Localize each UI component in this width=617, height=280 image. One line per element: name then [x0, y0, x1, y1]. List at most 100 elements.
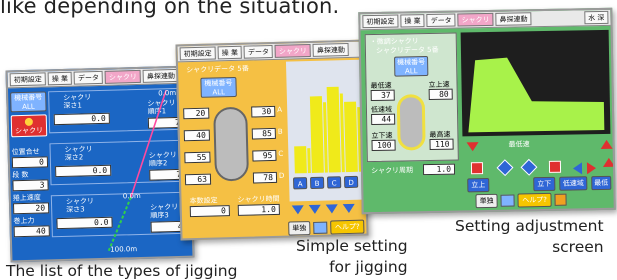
jig-start-button[interactable]: シャクリ	[10, 114, 48, 138]
menu-sonar-link[interactable]: 鼻探連動	[495, 12, 532, 26]
right-value-1[interactable]: 30	[251, 105, 276, 118]
menu-operation[interactable]: 操 業	[47, 71, 73, 86]
rise-speed-value[interactable]: 80	[428, 88, 453, 101]
bar-letter-d[interactable]: D	[343, 175, 359, 189]
adjust-left-panel: ・微調シャクリ シャクリデータ 5番 機械番号 ALL 最低速 37 立上速 8…	[364, 32, 459, 163]
arrow-down-icon[interactable]	[342, 203, 355, 214]
bar-letter-c[interactable]: C	[326, 176, 342, 189]
right-value-4[interactable]: 78	[252, 171, 278, 184]
fall-button[interactable]: 立下	[533, 176, 556, 192]
menu-data[interactable]: データ	[73, 70, 104, 85]
menu-initial-settings[interactable]: 初期設定	[9, 72, 46, 87]
grid-icon[interactable]	[313, 221, 328, 234]
status-lamp-icon	[24, 117, 33, 126]
low-range-button[interactable]: 低速域	[559, 176, 588, 191]
speed-profile-shape	[468, 57, 605, 133]
menu-operation[interactable]: 操 業	[217, 45, 243, 60]
position-value[interactable]: 0	[11, 156, 49, 169]
dial-knob-icon[interactable]	[213, 106, 250, 182]
menu-data[interactable]: データ	[426, 13, 456, 28]
red-button[interactable]	[470, 162, 484, 175]
adjust-title-2: シャクリデータ 5番	[375, 45, 439, 55]
reel-number-button[interactable]: 機械番号 ALL	[10, 91, 47, 113]
jig-path-graph	[107, 89, 167, 253]
jig-time-value[interactable]: 1.0	[237, 203, 280, 216]
menu-bar: 初期設定 操 業 データ シャクリ 鼻探連動 水 深	[360, 9, 611, 31]
bar-step-a	[307, 148, 311, 174]
caption-simple-setting: Simple setting for jigging	[296, 236, 408, 278]
single-button[interactable]: 単独	[288, 221, 311, 236]
reel-number-value: ALL	[22, 102, 35, 112]
menu-jig[interactable]: シャクリ	[274, 43, 312, 58]
grid-icon[interactable]	[500, 194, 515, 207]
arrow-left-icon[interactable]	[572, 162, 583, 175]
red-button[interactable]	[548, 160, 562, 173]
caption-adjust-line1: Setting adjustment	[455, 217, 604, 235]
bar-letter-row: A B C D	[292, 175, 359, 190]
fall-speed-value[interactable]: 100	[371, 139, 396, 152]
bar-letter-b[interactable]: B	[309, 176, 325, 190]
menu-sonar-link[interactable]: 鼻探連動	[142, 68, 180, 83]
steps-value[interactable]: 3	[12, 179, 49, 192]
arrow-down-icon[interactable]	[466, 142, 479, 152]
jig-line-upper	[130, 89, 167, 198]
rise-button[interactable]: 立上	[467, 177, 490, 193]
menu-bar: 初期設定 操 業 データ シャクリ 鼻探連動	[177, 41, 362, 63]
simple-title: シャクリデータ 5番	[186, 64, 249, 75]
menu-initial-settings[interactable]: 初期設定	[179, 46, 216, 61]
min-speed-value[interactable]: 37	[370, 89, 395, 102]
jig-cycle-value[interactable]: 1.0	[422, 163, 456, 176]
left-value-3[interactable]: 55	[184, 151, 211, 164]
arrow-down-icon[interactable]	[291, 205, 304, 215]
right-unit-3: C	[278, 149, 284, 158]
menu-sonar-link[interactable]: 鼻探連動	[312, 42, 350, 57]
arrow-down-icon[interactable]	[308, 204, 321, 215]
menu-depth[interactable]: 水 深	[584, 10, 609, 25]
count-setting-value[interactable]: 0	[189, 205, 230, 218]
arrow-right-icon[interactable]	[586, 162, 597, 175]
reel-number-label: 機械番号	[397, 58, 426, 67]
dial-knob-icon[interactable]	[396, 94, 426, 151]
right-value-2[interactable]: 85	[251, 127, 276, 140]
left-value-4[interactable]: 63	[184, 173, 212, 186]
right-value-3[interactable]: 95	[252, 149, 277, 162]
single-button[interactable]: 単独	[475, 193, 498, 209]
menu-operation[interactable]: 操 業	[400, 14, 425, 28]
max-speed-value[interactable]: 110	[429, 138, 454, 151]
menu-jig[interactable]: シャクリ	[457, 12, 494, 27]
reel-number-button[interactable]: 機械番号 ALL	[200, 76, 237, 98]
footer-bar: 単独 ヘルプ?	[288, 219, 365, 236]
arrow-up-icon[interactable]	[600, 139, 613, 150]
blue-diamond-button[interactable]	[520, 158, 538, 176]
bar-mark-c	[326, 86, 341, 173]
arrow-down-row	[291, 203, 355, 215]
low-range-value[interactable]: 44	[371, 113, 396, 126]
wave-shape	[468, 57, 605, 133]
blue-diamond-button[interactable]	[496, 159, 514, 177]
help-button[interactable]: ヘルプ?	[517, 192, 552, 208]
menu-initial-settings[interactable]: 初期設定	[362, 14, 399, 29]
exit-icon[interactable]	[554, 193, 567, 206]
menu-jig[interactable]: シャクリ	[104, 69, 142, 84]
reel-number-button[interactable]: 機械番号 ALL	[394, 56, 429, 77]
wind-speed-value[interactable]: 20	[12, 202, 50, 215]
left-value-1[interactable]: 20	[183, 107, 210, 120]
help-button[interactable]: ヘルプ?	[330, 219, 365, 235]
bar-letter-a[interactable]: A	[292, 177, 308, 190]
min-button[interactable]: 最低	[591, 175, 612, 191]
bar-step-c	[339, 93, 345, 173]
ctrl-label-min: 最低速	[508, 140, 530, 149]
left-value-2[interactable]: 40	[183, 129, 210, 142]
wind-force-value[interactable]: 40	[13, 225, 50, 238]
scale-top: 0.0m	[158, 88, 177, 98]
menu-data[interactable]: データ	[243, 44, 274, 59]
right-unit-2: B	[277, 127, 283, 136]
scale-bottom: 100.0m	[110, 245, 138, 254]
caption-simple-line1: Simple setting	[296, 237, 408, 255]
bar-chart	[294, 86, 362, 174]
bar-preview: A B C D	[285, 59, 368, 202]
right-unit-1: A	[277, 105, 283, 114]
arrow-up-icon[interactable]	[602, 157, 615, 167]
arrow-down-icon[interactable]	[325, 204, 338, 214]
right-unit-4: D	[278, 171, 285, 180]
